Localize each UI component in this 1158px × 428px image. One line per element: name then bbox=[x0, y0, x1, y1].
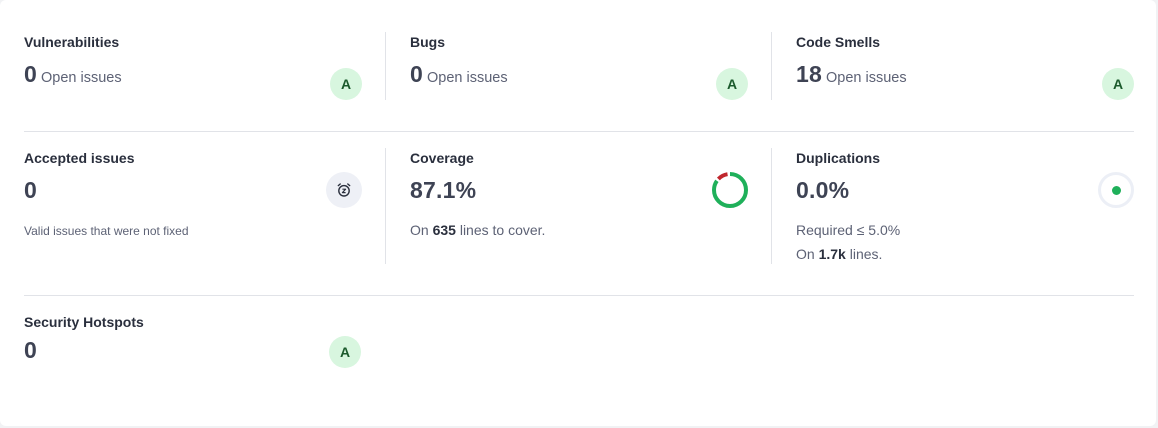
vulnerabilities-label: Open issues bbox=[41, 70, 122, 86]
bugs-label: Open issues bbox=[427, 70, 508, 86]
coverage-title: Coverage bbox=[410, 150, 474, 166]
coverage-lines-text[interactable]: On 635 lines to cover. bbox=[410, 222, 545, 238]
security-hotspots-grade-badge[interactable]: A bbox=[329, 336, 361, 368]
vulnerabilities-grade-badge[interactable]: A bbox=[330, 68, 362, 100]
code-smells-label: Open issues bbox=[825, 70, 907, 86]
security-hotspots-value-row[interactable]: 0 bbox=[24, 337, 37, 364]
duplications-indicator[interactable] bbox=[1098, 172, 1134, 208]
duplications-lines-prefix: On bbox=[796, 246, 815, 262]
divider bbox=[771, 148, 772, 264]
security-hotspots-title: Security Hotspots bbox=[24, 314, 144, 330]
alarm-clock-glyph bbox=[337, 183, 351, 197]
coverage-donut-chart[interactable] bbox=[711, 171, 749, 209]
accepted-issues-value-row[interactable]: 0 bbox=[24, 177, 37, 204]
bugs-title: Bugs bbox=[410, 34, 445, 50]
vulnerabilities-title: Vulnerabilities bbox=[24, 34, 120, 50]
bugs-cell[interactable]: Bugs 0 Open issues A bbox=[410, 34, 748, 104]
duplications-title: Duplications bbox=[796, 150, 881, 166]
duplications-value-row[interactable]: 0.0% bbox=[796, 177, 849, 204]
duplications-value[interactable]: 0.0% bbox=[796, 177, 849, 203]
coverage-lines-count: 635 bbox=[432, 222, 456, 238]
divider bbox=[771, 32, 772, 100]
security-hotspots-value[interactable]: 0 bbox=[24, 337, 37, 363]
divider bbox=[385, 148, 386, 264]
coverage-cell[interactable]: Coverage 87.1% On 635 lines to cover. bbox=[410, 150, 748, 260]
coverage-lines-prefix: On bbox=[410, 222, 429, 238]
duplications-lines-count: 1.7k bbox=[818, 246, 846, 262]
duplications-lines-suffix: lines. bbox=[849, 246, 883, 262]
coverage-value-row[interactable]: 87.1% bbox=[410, 177, 476, 204]
bugs-grade-badge[interactable]: A bbox=[716, 68, 748, 100]
duplications-indicator-dot bbox=[1111, 185, 1121, 195]
duplications-lines-text: On 1.7k lines. bbox=[796, 246, 882, 262]
bugs-value-row[interactable]: 0 Open issues bbox=[410, 61, 508, 88]
bugs-value[interactable]: 0 bbox=[410, 61, 423, 87]
security-hotspots-cell[interactable]: Security Hotspots 0 A bbox=[24, 314, 362, 374]
row-divider bbox=[24, 131, 1134, 132]
code-smells-value[interactable]: 18 bbox=[796, 61, 822, 87]
coverage-value[interactable]: 87.1% bbox=[410, 177, 476, 203]
code-smells-grade-badge[interactable]: A bbox=[1102, 68, 1134, 100]
vulnerabilities-cell[interactable]: Vulnerabilities 0 Open issues A bbox=[24, 34, 362, 104]
accepted-issues-note: Valid issues that were not fixed bbox=[24, 224, 189, 238]
row-divider bbox=[24, 295, 1134, 296]
accepted-issues-title: Accepted issues bbox=[24, 150, 135, 166]
vulnerabilities-value[interactable]: 0 bbox=[24, 61, 37, 87]
coverage-lines-suffix: lines to cover. bbox=[459, 222, 546, 238]
duplications-required: Required ≤ 5.0% bbox=[796, 222, 901, 238]
code-smells-cell[interactable]: Code Smells 18 Open issues A bbox=[796, 34, 1134, 104]
vulnerabilities-value-row[interactable]: 0 Open issues bbox=[24, 61, 122, 88]
divider bbox=[385, 32, 386, 100]
code-smells-title: Code Smells bbox=[796, 34, 881, 50]
accepted-issues-value[interactable]: 0 bbox=[24, 177, 37, 203]
accepted-issues-cell[interactable]: Accepted issues 0 Valid issues that were… bbox=[24, 150, 362, 260]
measures-card: Vulnerabilities 0 Open issues A Bugs 0 Ope… bbox=[0, 0, 1156, 426]
alarm-clock-icon bbox=[326, 172, 362, 208]
code-smells-value-row[interactable]: 18 Open issues bbox=[796, 61, 907, 88]
coverage-uncovered-arc bbox=[712, 172, 748, 208]
duplications-cell[interactable]: Duplications 0.0% Required ≤ 5.0% On 1.7… bbox=[796, 150, 1134, 262]
